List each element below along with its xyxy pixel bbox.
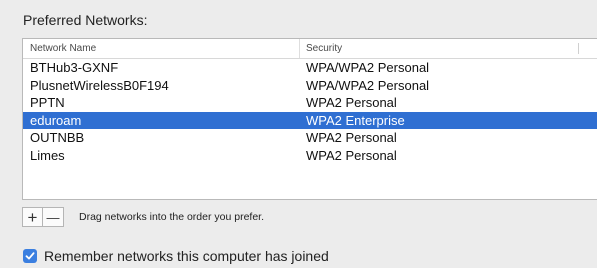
preferred-networks-table[interactable]: Network Name Security BTHub3-GXNF WPA/WP… bbox=[22, 38, 597, 200]
security-cell: WPA/WPA2 Personal bbox=[306, 77, 430, 93]
security-cell: WPA2 Personal bbox=[306, 147, 397, 163]
minus-icon: — bbox=[46, 209, 60, 225]
network-name-cell: PlusnetWirelessB0F194 bbox=[30, 77, 169, 93]
preferred-networks-title: Preferred Networks: bbox=[23, 12, 148, 28]
column-header-security[interactable]: Security bbox=[299, 39, 597, 58]
column-header-network-name[interactable]: Network Name bbox=[23, 39, 299, 58]
security-cell: WPA2 Personal bbox=[306, 130, 397, 146]
table-row[interactable]: PPTN WPA2 Personal bbox=[23, 94, 597, 112]
table-row[interactable]: PlusnetWirelessB0F194 WPA/WPA2 Personal bbox=[23, 77, 597, 95]
drag-hint: Drag networks into the order you prefer. bbox=[79, 211, 265, 223]
list-controls: + — Drag networks into the order you pre… bbox=[22, 207, 264, 227]
security-cell: WPA/WPA2 Personal bbox=[306, 60, 430, 76]
table-row-selected[interactable]: eduroam WPA2 Enterprise bbox=[23, 111, 597, 129]
header-resize-divider bbox=[578, 43, 579, 54]
remove-network-button[interactable]: — bbox=[43, 207, 64, 227]
security-cell: WPA2 Personal bbox=[306, 95, 397, 111]
column-header-network-name-label: Network Name bbox=[30, 43, 97, 54]
table-header: Network Name Security bbox=[23, 39, 597, 59]
add-network-button[interactable]: + bbox=[22, 207, 43, 227]
checkmark-icon bbox=[25, 252, 35, 260]
network-name-cell: PPTN bbox=[30, 95, 65, 111]
table-row[interactable]: Limes WPA2 Personal bbox=[23, 147, 597, 165]
remember-networks-option[interactable]: Remember networks this computer has join… bbox=[23, 248, 329, 264]
table-row-partial[interactable] bbox=[23, 164, 597, 182]
network-name-cell: OUTNBB bbox=[30, 130, 85, 146]
table-row[interactable]: BTHub3-GXNF WPA/WPA2 Personal bbox=[23, 59, 597, 77]
network-name-cell: eduroam bbox=[30, 112, 82, 128]
plus-icon: + bbox=[27, 207, 38, 227]
network-name-cell: BTHub3-GXNF bbox=[30, 60, 119, 76]
remember-networks-label: Remember networks this computer has join… bbox=[44, 248, 329, 264]
security-cell bbox=[299, 164, 597, 182]
network-name-cell: Limes bbox=[30, 147, 65, 163]
remember-networks-checkbox[interactable] bbox=[23, 249, 37, 263]
security-cell: WPA2 Enterprise bbox=[306, 112, 405, 128]
table-row[interactable]: OUTNBB WPA2 Personal bbox=[23, 129, 597, 147]
column-header-security-label: Security bbox=[306, 43, 343, 54]
